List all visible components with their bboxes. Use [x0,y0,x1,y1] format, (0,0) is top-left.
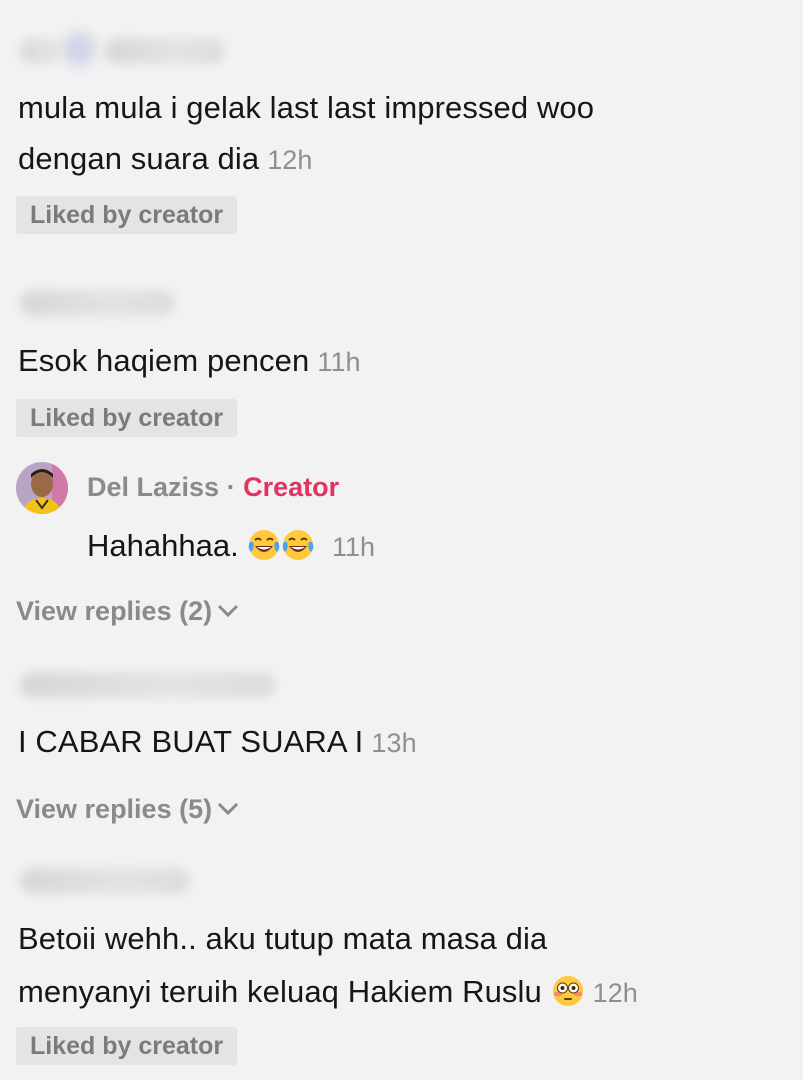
comment-line: mula mula i gelak last last impressed wo… [18,90,595,125]
view-replies-label: View replies (2) [16,596,213,626]
reply-line: Hahahhaa. [87,528,239,563]
comment-line: Betoii wehh.. aku tutup mata masa dia [18,921,548,956]
timestamp: 12h [267,145,313,175]
timestamp: 11h [331,532,375,562]
username[interactable] [20,290,175,316]
chevron-down-icon [218,802,239,816]
view-replies-button[interactable]: View replies (2) [16,594,240,628]
chevron-down-icon [218,604,239,618]
comment-text: dengan suara dia 12h [18,131,313,188]
comment-text: Esok haqiem pencen 11h [18,333,361,390]
username[interactable] [20,868,190,894]
timestamp: 11h [317,347,361,377]
username[interactable] [20,672,275,698]
reply-text: Hahahhaa. 11h [87,520,375,573]
timestamp: 12h [592,978,638,1008]
flushed-face-emoji [551,970,585,1006]
comment-line: dengan suara dia [18,141,260,176]
comment-line: I CABAR BUAT SUARA I [18,724,364,759]
creator-name[interactable]: Del Laziss [87,472,219,502]
liked-by-creator-badge: Liked by creator [16,1027,238,1065]
timestamp: 13h [371,728,417,758]
creator-header: Del Laziss · Creator [87,470,339,504]
comment-text: I CABAR BUAT SUARA I 13h [18,714,417,771]
view-replies-label: View replies (5) [16,794,213,824]
comment-text: Betoii wehh.. aku tutup mata masa dia [18,911,547,967]
liked-by-creator-badge: Liked by creator [16,399,238,437]
separator: · [226,472,236,502]
username[interactable] [105,38,225,64]
creator-label: Creator [243,472,340,502]
comment-line: Esok haqiem pencen [18,343,310,378]
liked-by-creator-badge: Liked by creator [16,196,238,234]
comment-text: menyanyi teruih keluaq Hakiem Ruslu 12h [18,964,638,1021]
view-replies-button[interactable]: View replies (5) [16,792,240,826]
username[interactable] [20,38,60,64]
comment-text: mula mula i gelak last last impressed wo… [18,80,594,136]
avatar[interactable] [62,32,96,66]
tears-of-joy-emoji [247,526,281,560]
tears-of-joy-emoji [281,526,315,560]
comment-line: menyanyi teruih keluaq Hakiem Ruslu [18,974,542,1009]
creator-avatar[interactable] [16,462,68,514]
